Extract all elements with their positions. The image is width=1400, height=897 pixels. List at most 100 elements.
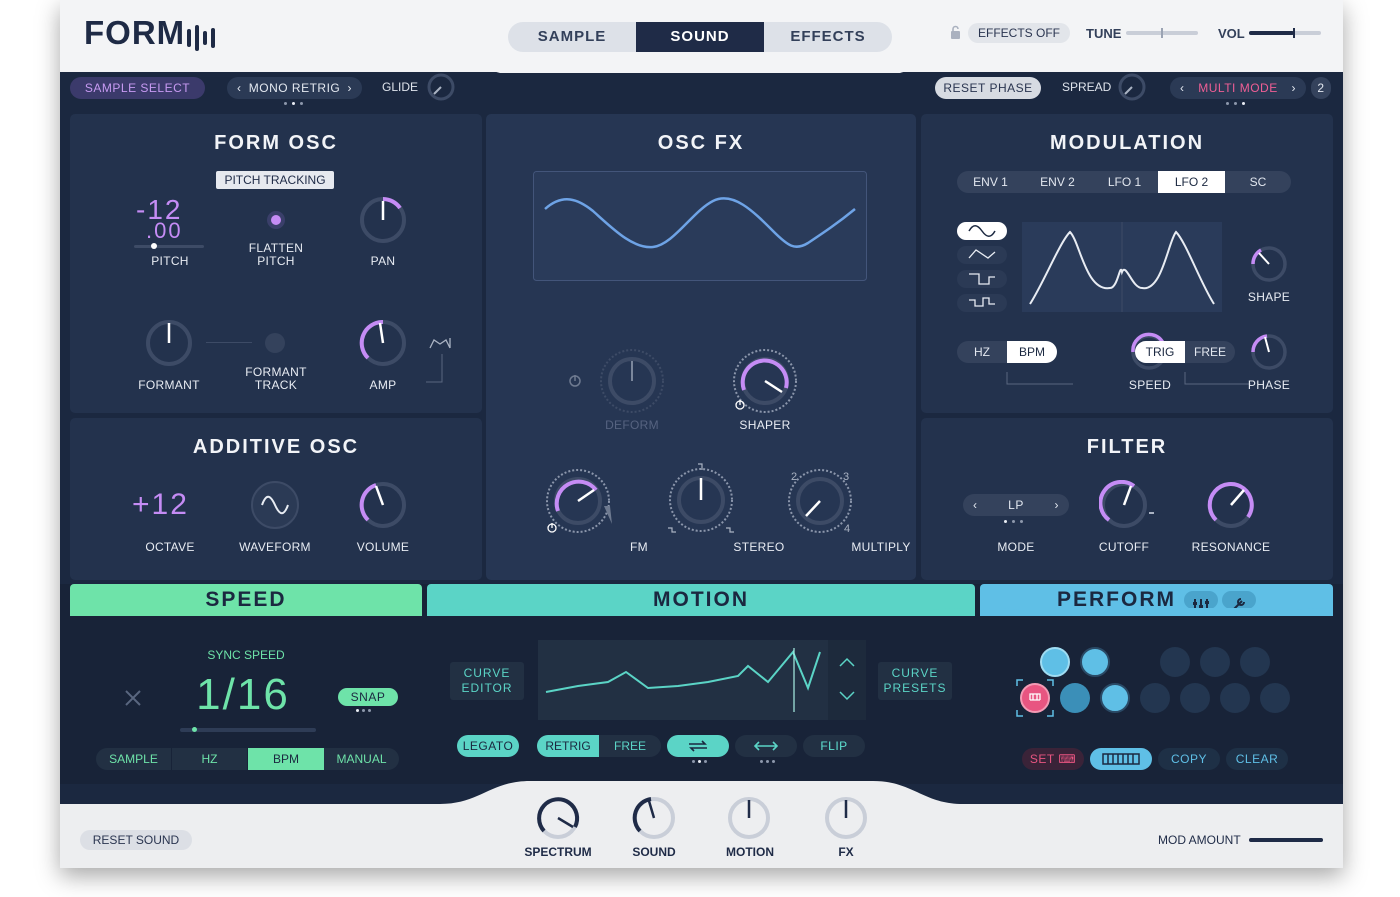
tab-effects[interactable]: EFFECTS: [764, 22, 892, 52]
effects-off-button[interactable]: EFFECTS OFF: [968, 23, 1070, 43]
perform-pad[interactable]: [1080, 647, 1110, 677]
speed-mode-sample[interactable]: SAMPLE: [96, 748, 172, 770]
speed-mode-manual[interactable]: MANUAL: [324, 748, 399, 770]
flatten-pitch-toggle[interactable]: [266, 210, 286, 230]
octave-value[interactable]: +12: [132, 488, 189, 522]
shape-knob[interactable]: [1249, 244, 1289, 284]
square-icon[interactable]: [957, 270, 1007, 288]
filter-mode-selector[interactable]: ‹ LP ›: [963, 494, 1069, 516]
speed-value[interactable]: 1/16: [178, 670, 308, 720]
loop-button[interactable]: [667, 735, 729, 757]
octave-label: OCTAVE: [145, 540, 195, 554]
volume-knob[interactable]: [358, 480, 408, 530]
speed-mode-hz[interactable]: HZ: [172, 748, 248, 770]
perform-pad[interactable]: [1260, 683, 1290, 713]
waveform-label: WAVEFORM: [239, 540, 311, 554]
perform-pad[interactable]: [1220, 683, 1250, 713]
tab-sample[interactable]: SAMPLE: [508, 22, 636, 52]
stereo-knob[interactable]: [664, 460, 738, 536]
osc-fx-panel: OSC FX DEFORM SHAPER FM STEREO 2 3 4 MUL…: [486, 114, 916, 580]
perform-pad[interactable]: [1160, 647, 1190, 677]
perform-pad[interactable]: [1240, 647, 1270, 677]
spread-knob[interactable]: [1117, 72, 1147, 102]
tab-lfo-2[interactable]: LFO 2: [1158, 171, 1225, 193]
amp-label: AMP: [369, 378, 397, 392]
shape-label: SHAPE: [1247, 290, 1291, 304]
phase-knob[interactable]: [1249, 332, 1289, 372]
perform-pad[interactable]: [1060, 683, 1090, 713]
chevron-left-icon[interactable]: ‹: [973, 494, 978, 516]
speed-mode-bpm[interactable]: BPM: [248, 748, 324, 770]
sample-select-button[interactable]: SAMPLE SELECT: [70, 77, 205, 99]
curve-editor-button[interactable]: CURVE EDITOR: [450, 662, 524, 700]
chevron-left-icon[interactable]: ‹: [237, 77, 242, 99]
legato-button[interactable]: LEGATO: [457, 735, 519, 757]
perform-pad[interactable]: [1180, 683, 1210, 713]
mod-amount-slider[interactable]: [1249, 838, 1323, 842]
pitch-tracking-button[interactable]: PITCH TRACKING: [216, 171, 334, 189]
deform-power-icon[interactable]: [568, 374, 582, 388]
glide-knob[interactable]: [426, 72, 456, 102]
trig-option[interactable]: TRIG: [1135, 341, 1185, 363]
pitch-slider[interactable]: [134, 243, 204, 249]
vol-slider[interactable]: [1249, 28, 1321, 38]
perform-pad-active[interactable]: [1020, 683, 1050, 713]
bpm-option[interactable]: BPM: [1007, 341, 1057, 363]
fm-power-icon[interactable]: [546, 522, 558, 534]
pingpong-page-dots: [760, 760, 784, 763]
triangle-icon[interactable]: [957, 246, 1007, 264]
curve-presets-button[interactable]: CURVE PRESETS: [878, 662, 952, 700]
step-icon[interactable]: [957, 294, 1007, 312]
tab-sc[interactable]: SC: [1225, 171, 1291, 193]
shaper-power-icon[interactable]: [734, 399, 746, 411]
mono-retrig-selector[interactable]: ‹ MONO RETRIG ›: [227, 77, 362, 99]
lock-icon[interactable]: [950, 25, 961, 40]
perform-settings-icon[interactable]: [1222, 591, 1256, 611]
hz-option[interactable]: HZ: [957, 341, 1007, 363]
pan-knob[interactable]: [358, 195, 408, 245]
perform-mixer-icon[interactable]: [1184, 591, 1218, 610]
tab-lfo-1[interactable]: LFO 1: [1091, 171, 1158, 193]
flip-button[interactable]: FLIP: [803, 735, 865, 757]
copy-button[interactable]: COPY: [1158, 748, 1220, 770]
fx-macro-knob[interactable]: [823, 795, 869, 841]
formant-knob[interactable]: [144, 318, 194, 368]
deform-knob[interactable]: [597, 346, 667, 416]
chevron-right-icon[interactable]: ›: [1055, 494, 1060, 516]
tab-env-1[interactable]: ENV 1: [957, 171, 1024, 193]
chevron-left-icon[interactable]: ‹: [1180, 77, 1185, 99]
tune-slider[interactable]: [1126, 28, 1198, 38]
chevron-right-icon[interactable]: ›: [348, 77, 353, 99]
sound-macro-knob[interactable]: [631, 795, 677, 841]
reset-sound-button[interactable]: RESET SOUND: [80, 830, 192, 850]
envelope-icon[interactable]: [426, 330, 460, 386]
reset-phase-button[interactable]: RESET PHASE: [935, 77, 1041, 99]
cutoff-knob[interactable]: [1099, 480, 1155, 530]
close-icon[interactable]: [123, 688, 143, 708]
free-option[interactable]: FREE: [1185, 341, 1235, 363]
perform-pad[interactable]: [1200, 647, 1230, 677]
tab-sound[interactable]: SOUND: [636, 22, 764, 52]
motion-free-option[interactable]: FREE: [599, 735, 661, 757]
perform-pad[interactable]: [1140, 683, 1170, 713]
snap-button[interactable]: SNAP: [338, 688, 398, 706]
motion-macro-knob[interactable]: [726, 795, 772, 841]
perform-pad[interactable]: [1100, 683, 1130, 713]
multi-mode-selector[interactable]: ‹ MULTI MODE ›: [1170, 77, 1306, 99]
speed-slider[interactable]: [180, 727, 316, 732]
pingpong-button[interactable]: [735, 735, 797, 757]
waveform-knob[interactable]: [250, 480, 300, 530]
tab-env-2[interactable]: ENV 2: [1024, 171, 1091, 193]
formant-track-toggle[interactable]: [264, 332, 286, 354]
spectrum-macro-knob[interactable]: [535, 795, 581, 841]
retrig-option[interactable]: RETRIG: [537, 735, 599, 757]
amp-knob[interactable]: [358, 318, 408, 368]
perform-pad[interactable]: [1040, 647, 1070, 677]
resonance-knob[interactable]: [1206, 480, 1256, 530]
set-button[interactable]: SET ⌨: [1022, 748, 1084, 770]
clear-button[interactable]: CLEAR: [1226, 748, 1288, 770]
piano-keys-button[interactable]: [1090, 748, 1152, 770]
glide-label: GLIDE: [382, 80, 419, 94]
pitch-fine-value[interactable]: .00: [146, 218, 183, 244]
chevron-right-icon[interactable]: ›: [1292, 77, 1297, 99]
